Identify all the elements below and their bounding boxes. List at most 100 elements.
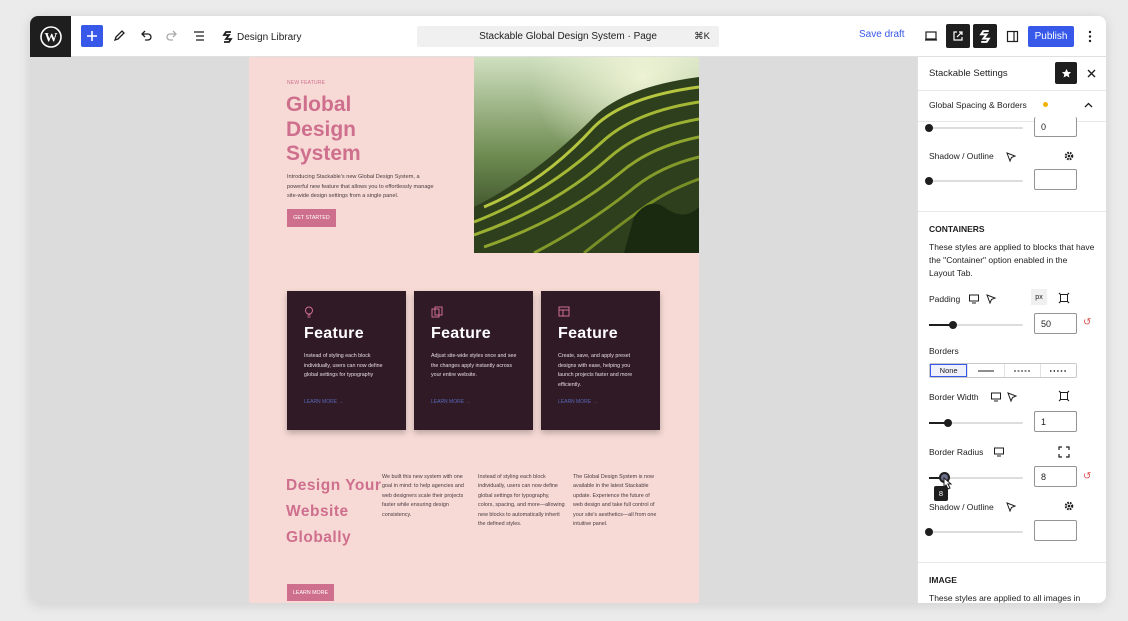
plus-icon xyxy=(87,31,97,41)
section-title[interactable]: Global Spacing & Borders xyxy=(929,100,1027,110)
gear-icon[interactable] xyxy=(1063,150,1075,162)
cursor-state-icon[interactable] xyxy=(985,293,997,305)
shadow-slider[interactable] xyxy=(925,177,1023,185)
text-column[interactable]: The Global Design System is now availabl… xyxy=(573,473,661,529)
document-overview-button[interactable] xyxy=(187,24,211,48)
desktop-icon[interactable] xyxy=(990,391,1002,403)
dashed-line-icon xyxy=(1014,370,1031,371)
unit-selector[interactable]: px xyxy=(1031,289,1047,305)
divider xyxy=(918,121,1106,122)
border-style-none[interactable]: None xyxy=(930,364,968,377)
publish-button[interactable]: Publish xyxy=(1028,26,1074,47)
gear-icon[interactable] xyxy=(1063,500,1075,512)
feature-card-title: Feature xyxy=(431,325,491,342)
border-style-dashed[interactable] xyxy=(1003,364,1040,377)
feature-card[interactable]: Feature Create, save, and apply preset d… xyxy=(541,291,660,430)
feature-card-description: Adjust site-wide styles once and see the… xyxy=(431,353,517,379)
svg-text:W: W xyxy=(44,29,57,44)
document-title-bar[interactable]: Stackable Global Design System · Page ⌘K xyxy=(417,26,719,47)
padding-input[interactable]: 50 xyxy=(1034,313,1077,334)
page-preview: NEW FEATURE Global Design System Introdu… xyxy=(249,57,699,603)
star-icon xyxy=(1061,68,1071,78)
desktop-icon[interactable] xyxy=(968,293,980,305)
pencil-icon xyxy=(113,30,125,42)
slider-thumb[interactable] xyxy=(944,419,952,427)
spacing-slider[interactable] xyxy=(925,124,1023,132)
hero-description[interactable]: Introducing Stackable's new Global Desig… xyxy=(287,173,435,202)
spacing-input[interactable]: 0 xyxy=(1034,117,1077,137)
padding-slider[interactable] xyxy=(929,321,1023,329)
shadow-outline-label: Shadow / Outline xyxy=(929,502,994,512)
border-width-slider[interactable] xyxy=(929,419,1023,427)
hero-eyebrow[interactable]: NEW FEATURE xyxy=(287,80,325,86)
feature-card-link[interactable]: LEARN MORE → xyxy=(431,399,470,405)
editor-canvas: NEW FEATURE Global Design System Introdu… xyxy=(30,57,917,603)
text-column[interactable]: We built this new system with one goal i… xyxy=(382,473,470,520)
container-shadow-input[interactable] xyxy=(1034,520,1077,541)
reset-icon[interactable]: ↺ xyxy=(1083,317,1091,328)
get-started-button[interactable]: GET STARTED xyxy=(287,209,336,227)
cursor-state-icon[interactable] xyxy=(1005,151,1017,163)
feature-card-link[interactable]: LEARN MORE → xyxy=(558,399,597,405)
corners-icon[interactable] xyxy=(1058,446,1070,458)
image-heading: IMAGE xyxy=(929,575,957,585)
layout-icon xyxy=(558,306,570,317)
feature-card[interactable]: Feature Adjust site-wide styles once and… xyxy=(414,291,533,430)
container-shadow-slider[interactable] xyxy=(925,528,1023,536)
design-library-button[interactable]: Design Library xyxy=(222,27,301,47)
slider-thumb[interactable] xyxy=(925,528,933,536)
redo-button[interactable] xyxy=(160,24,184,48)
feature-card-title: Feature xyxy=(558,325,618,342)
wordpress-logo-icon[interactable]: W xyxy=(30,16,71,57)
link-sides-icon[interactable] xyxy=(1058,292,1070,304)
reset-icon[interactable]: ↺ xyxy=(1083,471,1091,482)
feature-card[interactable]: Feature Instead of styling each block in… xyxy=(287,291,406,430)
slider-thumb[interactable] xyxy=(925,177,933,185)
preview-button[interactable] xyxy=(919,24,943,48)
undo-icon xyxy=(141,30,152,41)
divider xyxy=(918,562,1106,563)
divider xyxy=(918,211,1106,212)
border-width-label: Border Width xyxy=(929,392,979,402)
text-column[interactable]: Instead of styling each block individual… xyxy=(478,473,566,529)
mouse-pointer-icon xyxy=(943,477,953,490)
desktop-icon[interactable] xyxy=(993,446,1005,458)
options-menu-button[interactable] xyxy=(1078,24,1102,48)
command-shortcut: ⌘K xyxy=(694,31,710,42)
shadow-input[interactable] xyxy=(1034,169,1077,190)
feature-card-link[interactable]: LEARN MORE → xyxy=(304,399,343,405)
link-sides-icon[interactable] xyxy=(1058,390,1070,402)
hero-title[interactable]: Global Design System xyxy=(286,93,426,167)
list-view-icon xyxy=(194,31,204,41)
solid-line-icon xyxy=(977,370,994,371)
hero-image[interactable] xyxy=(474,57,699,253)
learn-more-button[interactable]: LEARN MORE xyxy=(287,584,334,601)
design-section-title[interactable]: Design Your Website Globally xyxy=(286,473,396,551)
slider-thumb[interactable] xyxy=(925,124,933,132)
feature-card-description: Instead of styling each block individual… xyxy=(304,353,383,379)
containers-description: These styles are applied to blocks that … xyxy=(929,242,1095,278)
toggle-sidebar-button[interactable] xyxy=(1000,24,1024,48)
border-style-dotted[interactable] xyxy=(1039,364,1076,377)
border-style-solid[interactable] xyxy=(967,364,1003,377)
close-sidebar-button[interactable] xyxy=(1085,67,1097,79)
add-block-button[interactable] xyxy=(81,25,103,47)
slider-thumb[interactable] xyxy=(949,321,957,329)
document-title: Stackable Global Design System · Page xyxy=(479,31,657,42)
cursor-state-icon[interactable] xyxy=(1006,391,1018,403)
view-post-button[interactable] xyxy=(946,24,970,48)
cursor-state-icon[interactable] xyxy=(1005,501,1017,513)
favorite-button[interactable] xyxy=(1055,62,1077,84)
save-draft-button[interactable]: Save draft xyxy=(859,29,905,40)
dotted-line-icon xyxy=(1050,369,1067,372)
pencil-tool-button[interactable] xyxy=(107,24,131,48)
border-radius-input[interactable]: 8 xyxy=(1034,466,1077,487)
editor-window: W Design Library Stackable Global Design… xyxy=(30,16,1106,603)
chevron-up-icon[interactable] xyxy=(1084,102,1093,108)
shadow-outline-label: Shadow / Outline xyxy=(929,151,994,161)
stackable-settings-button[interactable] xyxy=(973,24,997,48)
border-width-input[interactable]: 1 xyxy=(1034,411,1077,432)
border-radius-label: Border Radius xyxy=(929,447,984,457)
undo-button[interactable] xyxy=(134,24,158,48)
padding-label: Padding xyxy=(929,294,961,304)
